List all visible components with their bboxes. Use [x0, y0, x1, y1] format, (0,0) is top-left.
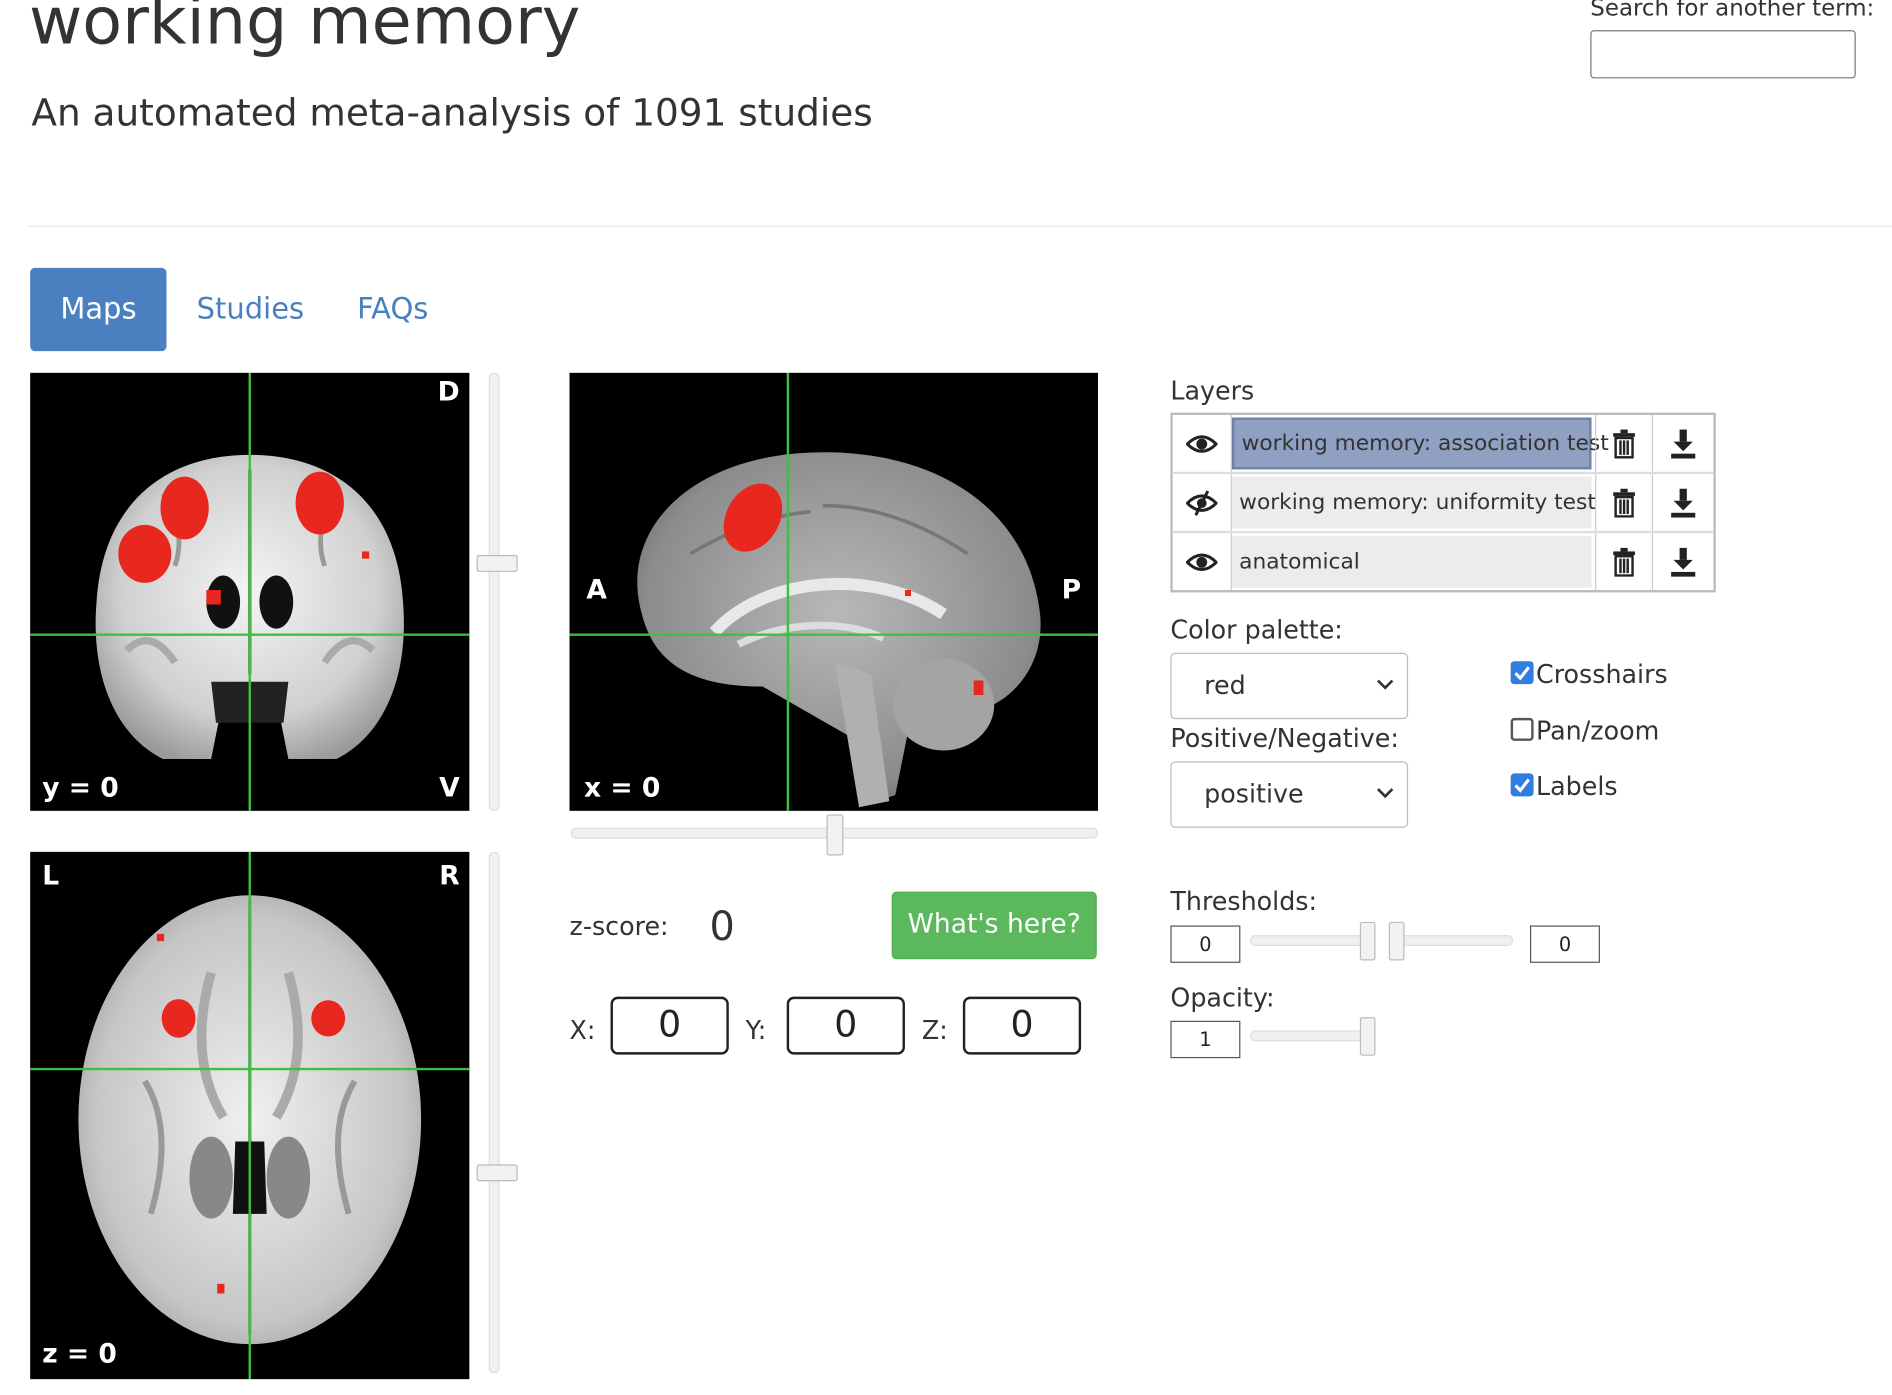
activation-blob [361, 551, 370, 559]
axial-brain-image [30, 851, 470, 1380]
check-icon [1514, 778, 1531, 793]
activation-blob [311, 1000, 346, 1037]
axial-view[interactable]: L R z = 0 [30, 851, 470, 1380]
opacity-label: Opacity: [1170, 983, 1275, 1013]
color-palette-value: red [1204, 670, 1246, 700]
layer-row[interactable]: working memory: uniformity test [1172, 474, 1714, 534]
tab-faqs[interactable]: FAQs [327, 268, 459, 351]
color-palette-select[interactable]: red [1170, 652, 1409, 720]
chevron-down-icon [1376, 788, 1394, 799]
z-coord-input[interactable]: 0 [962, 996, 1082, 1055]
trash-icon[interactable] [1595, 415, 1652, 472]
chevron-down-icon [1376, 679, 1394, 690]
pos-neg-value: positive [1204, 779, 1304, 809]
x-coord-label: X: [569, 1015, 596, 1045]
orientation-anterior: A [586, 575, 607, 606]
threshold-high-input[interactable]: 0 [1529, 925, 1600, 963]
layer-name[interactable]: working memory: uniformity test [1231, 476, 1596, 529]
orientation-posterior: P [1061, 575, 1082, 606]
coronal-view[interactable]: D V y = 0 [30, 372, 470, 811]
download-icon[interactable] [1651, 533, 1712, 591]
layer-name[interactable]: working memory: association test [1231, 417, 1609, 470]
pos-neg-select[interactable]: positive [1170, 761, 1409, 828]
activation-blob [217, 1283, 225, 1294]
layers-title: Layers [1170, 376, 1255, 406]
activation-blob [904, 590, 911, 597]
zscore-label: z-score: [569, 912, 669, 942]
axial-slice-slider[interactable] [488, 851, 500, 1374]
slice-label: x = 0 [583, 773, 661, 804]
activation-blob [160, 476, 209, 540]
threshold-low-slider-handle[interactable] [1359, 921, 1376, 961]
activation-blob [973, 680, 984, 696]
x-coord-input[interactable]: 0 [610, 996, 729, 1055]
y-coord-label: Y: [745, 1015, 767, 1045]
activation-blob [118, 524, 172, 583]
page-subtitle: An automated meta-analysis of 1091 studi… [31, 91, 873, 136]
download-icon[interactable] [1651, 474, 1712, 531]
crosshairs-checkbox[interactable] [1510, 661, 1534, 685]
page-title: working memory [28, 0, 581, 60]
labels-checkbox[interactable] [1510, 773, 1534, 797]
panzoom-label[interactable]: Pan/zoom [1536, 717, 1659, 746]
sagittal-view[interactable]: A P x = 0 [569, 372, 1099, 811]
y-coord-input[interactable]: 0 [786, 996, 905, 1055]
labels-label[interactable]: Labels [1536, 772, 1618, 801]
threshold-high-slider[interactable] [1390, 935, 1514, 946]
trash-icon[interactable] [1595, 474, 1652, 531]
search-input[interactable] [1590, 30, 1856, 79]
color-palette-label: Color palette: [1170, 615, 1343, 645]
eye-icon[interactable] [1173, 533, 1232, 591]
activation-blob [161, 999, 196, 1038]
opacity-input[interactable]: 1 [1170, 1020, 1241, 1059]
opacity-slider[interactable] [1250, 1030, 1374, 1042]
header-divider [28, 225, 1892, 227]
sagittal-slice-slider-handle[interactable] [826, 814, 844, 856]
pos-neg-label: Positive/Negative: [1170, 723, 1399, 753]
layer-name[interactable]: anatomical [1231, 535, 1592, 588]
activation-blob [156, 933, 165, 942]
eye-slash-icon[interactable] [1173, 474, 1232, 531]
tab-maps[interactable]: Maps [30, 267, 167, 352]
zscore-value: 0 [709, 902, 735, 950]
coronal-slice-slider-handle[interactable] [476, 555, 518, 572]
orientation-right: R [439, 861, 460, 892]
whats-here-button[interactable]: What's here? [891, 891, 1097, 960]
eye-icon[interactable] [1173, 415, 1232, 472]
threshold-low-input[interactable]: 0 [1170, 925, 1241, 963]
slice-label: y = 0 [42, 773, 119, 804]
activation-blob [295, 471, 344, 535]
slice-label: z = 0 [42, 1339, 117, 1370]
thresholds-label: Thresholds: [1170, 886, 1318, 916]
tab-studies[interactable]: Studies [167, 268, 335, 351]
layer-row[interactable]: working memory: association test [1172, 415, 1714, 475]
panzoom-checkbox[interactable] [1510, 717, 1534, 741]
orientation-dorsal: D [437, 377, 460, 408]
z-coord-label: Z: [921, 1015, 948, 1045]
download-icon[interactable] [1651, 415, 1712, 472]
coronal-brain-image [30, 372, 470, 811]
sagittal-brain-image [569, 372, 1099, 811]
trash-icon[interactable] [1595, 533, 1652, 591]
axial-slice-slider-handle[interactable] [476, 1164, 518, 1182]
threshold-low-slider[interactable] [1250, 935, 1374, 946]
orientation-left: L [42, 861, 60, 892]
layers-panel: working memory: association test working… [1170, 412, 1716, 593]
crosshairs-label[interactable]: Crosshairs [1536, 660, 1668, 689]
orientation-ventral: V [439, 773, 460, 804]
coronal-slice-slider[interactable] [488, 372, 500, 811]
activation-blob [206, 590, 221, 605]
search-label: Search for another term: [1590, 0, 1875, 22]
opacity-slider-handle[interactable] [1359, 1017, 1376, 1056]
layer-row[interactable]: anatomical [1172, 533, 1714, 591]
threshold-high-slider-handle[interactable] [1388, 921, 1405, 961]
check-icon [1514, 666, 1531, 681]
